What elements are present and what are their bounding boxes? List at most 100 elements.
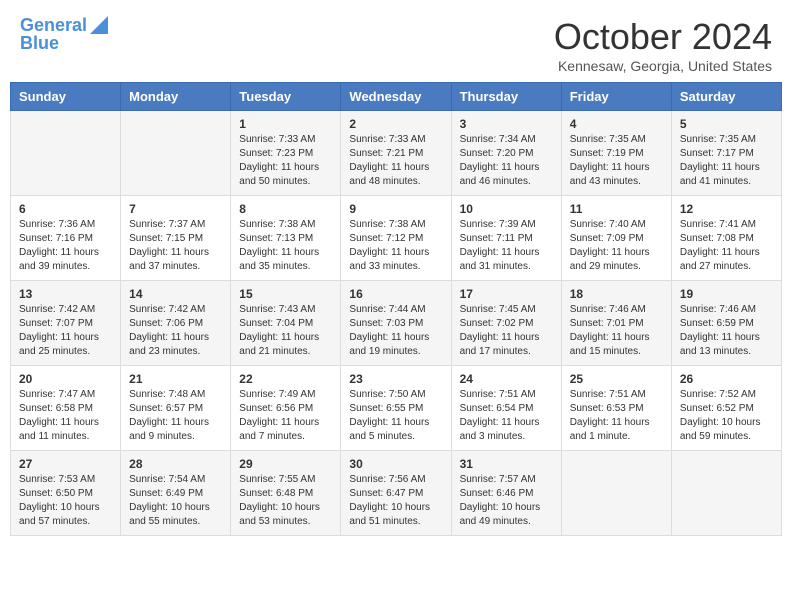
day-number: 22 — [239, 372, 332, 386]
calendar-cell: 25 Sunrise: 7:51 AM Sunset: 6:53 PM Dayli… — [561, 366, 671, 451]
day-info: Sunrise: 7:45 AM Sunset: 7:02 PM Dayligh… — [460, 303, 553, 359]
calendar-cell: 4 Sunrise: 7:35 AM Sunset: 7:19 PM Daylig… — [561, 111, 671, 196]
calendar-cell: 14 Sunrise: 7:42 AM Sunset: 7:06 PM Dayli… — [121, 281, 231, 366]
day-info: Sunrise: 7:35 AM Sunset: 7:19 PM Dayligh… — [570, 133, 663, 189]
day-number: 4 — [570, 117, 663, 131]
calendar-cell: 20 Sunrise: 7:47 AM Sunset: 6:58 PM Dayli… — [11, 366, 121, 451]
day-number: 7 — [129, 202, 222, 216]
calendar-cell: 16 Sunrise: 7:44 AM Sunset: 7:03 PM Dayli… — [341, 281, 451, 366]
calendar-cell: 18 Sunrise: 7:46 AM Sunset: 7:01 PM Dayli… — [561, 281, 671, 366]
day-number: 28 — [129, 457, 222, 471]
day-number: 23 — [349, 372, 442, 386]
day-info: Sunrise: 7:52 AM Sunset: 6:52 PM Dayligh… — [680, 388, 773, 444]
calendar-cell: 2 Sunrise: 7:33 AM Sunset: 7:21 PM Daylig… — [341, 111, 451, 196]
logo-blue-text: Blue — [20, 34, 108, 54]
day-info: Sunrise: 7:33 AM Sunset: 7:23 PM Dayligh… — [239, 133, 332, 189]
day-info: Sunrise: 7:41 AM Sunset: 7:08 PM Dayligh… — [680, 218, 773, 274]
calendar-cell: 22Sunrise: 7:49 AM Sunset: 6:56 PM Dayli… — [231, 366, 341, 451]
day-info: Sunrise: 7:38 AM Sunset: 7:13 PM Dayligh… — [239, 218, 332, 274]
calendar-cell: 12 Sunrise: 7:41 AM Sunset: 7:08 PM Dayli… — [671, 196, 781, 281]
day-info: Sunrise: 7:46 AM Sunset: 6:59 PM Dayligh… — [680, 303, 773, 359]
day-info: Sunrise: 7:46 AM Sunset: 7:01 PM Dayligh… — [570, 303, 663, 359]
calendar-cell: 19Sunrise: 7:46 AM Sunset: 6:59 PM Dayli… — [671, 281, 781, 366]
day-number: 31 — [460, 457, 553, 471]
day-number: 27 — [19, 457, 112, 471]
calendar-cell: 15Sunrise: 7:43 AM Sunset: 7:04 PM Dayli… — [231, 281, 341, 366]
day-info: Sunrise: 7:36 AM Sunset: 7:16 PM Dayligh… — [19, 218, 112, 274]
day-number: 21 — [129, 372, 222, 386]
day-info: Sunrise: 7:56 AM Sunset: 6:47 PM Dayligh… — [349, 473, 442, 529]
day-info: Sunrise: 7:50 AM Sunset: 6:55 PM Dayligh… — [349, 388, 442, 444]
day-header-wednesday: Wednesday — [341, 83, 451, 111]
day-info: Sunrise: 7:48 AM Sunset: 6:57 PM Dayligh… — [129, 388, 222, 444]
day-number: 24 — [460, 372, 553, 386]
calendar-cell: 28 Sunrise: 7:54 AM Sunset: 6:49 PM Dayli… — [121, 451, 231, 536]
day-number: 20 — [19, 372, 112, 386]
day-number: 18 — [570, 287, 663, 301]
day-info: Sunrise: 7:55 AM Sunset: 6:48 PM Dayligh… — [239, 473, 332, 529]
calendar-cell: 23 Sunrise: 7:50 AM Sunset: 6:55 PM Dayli… — [341, 366, 451, 451]
calendar-cell: 8Sunrise: 7:38 AM Sunset: 7:13 PM Daylig… — [231, 196, 341, 281]
calendar-cell — [121, 111, 231, 196]
calendar-body: 1 Sunrise: 7:33 AM Sunset: 7:23 PM Daylig… — [11, 111, 782, 536]
logo: General Blue — [20, 16, 108, 54]
calendar-cell — [671, 451, 781, 536]
week-row-2: 6 Sunrise: 7:36 AM Sunset: 7:16 PM Daylig… — [11, 196, 782, 281]
day-info: Sunrise: 7:42 AM Sunset: 7:06 PM Dayligh… — [129, 303, 222, 359]
day-info: Sunrise: 7:51 AM Sunset: 6:54 PM Dayligh… — [460, 388, 553, 444]
day-info: Sunrise: 7:42 AM Sunset: 7:07 PM Dayligh… — [19, 303, 112, 359]
day-info: Sunrise: 7:33 AM Sunset: 7:21 PM Dayligh… — [349, 133, 442, 189]
calendar-wrapper: SundayMondayTuesdayWednesdayThursdayFrid… — [0, 82, 792, 546]
day-number: 14 — [129, 287, 222, 301]
day-header-saturday: Saturday — [671, 83, 781, 111]
day-header-thursday: Thursday — [451, 83, 561, 111]
calendar-cell: 26 Sunrise: 7:52 AM Sunset: 6:52 PM Dayli… — [671, 366, 781, 451]
logo-triangle-icon — [90, 16, 108, 34]
day-number: 29 — [239, 457, 332, 471]
calendar-cell: 3Sunrise: 7:34 AM Sunset: 7:20 PM Daylig… — [451, 111, 561, 196]
calendar-cell — [561, 451, 671, 536]
day-number: 11 — [570, 202, 663, 216]
day-number: 1 — [239, 117, 332, 131]
day-number: 5 — [680, 117, 773, 131]
calendar-cell: 17 Sunrise: 7:45 AM Sunset: 7:02 PM Dayli… — [451, 281, 561, 366]
title-block: October 2024 Kennesaw, Georgia, United S… — [554, 16, 772, 74]
day-info: Sunrise: 7:51 AM Sunset: 6:53 PM Dayligh… — [570, 388, 663, 444]
calendar-cell: 29 Sunrise: 7:55 AM Sunset: 6:48 PM Dayli… — [231, 451, 341, 536]
day-number: 17 — [460, 287, 553, 301]
calendar-cell: 6 Sunrise: 7:36 AM Sunset: 7:16 PM Daylig… — [11, 196, 121, 281]
day-number: 6 — [19, 202, 112, 216]
day-info: Sunrise: 7:54 AM Sunset: 6:49 PM Dayligh… — [129, 473, 222, 529]
calendar-cell: 11 Sunrise: 7:40 AM Sunset: 7:09 PM Dayli… — [561, 196, 671, 281]
week-row-4: 20 Sunrise: 7:47 AM Sunset: 6:58 PM Dayli… — [11, 366, 782, 451]
day-number: 26 — [680, 372, 773, 386]
day-info: Sunrise: 7:43 AM Sunset: 7:04 PM Dayligh… — [239, 303, 332, 359]
day-header-friday: Friday — [561, 83, 671, 111]
day-header-monday: Monday — [121, 83, 231, 111]
day-info: Sunrise: 7:38 AM Sunset: 7:12 PM Dayligh… — [349, 218, 442, 274]
day-number: 9 — [349, 202, 442, 216]
day-number: 12 — [680, 202, 773, 216]
calendar-table: SundayMondayTuesdayWednesdayThursdayFrid… — [10, 82, 782, 536]
day-info: Sunrise: 7:37 AM Sunset: 7:15 PM Dayligh… — [129, 218, 222, 274]
day-info: Sunrise: 7:40 AM Sunset: 7:09 PM Dayligh… — [570, 218, 663, 274]
day-info: Sunrise: 7:47 AM Sunset: 6:58 PM Dayligh… — [19, 388, 112, 444]
calendar-header: SundayMondayTuesdayWednesdayThursdayFrid… — [11, 83, 782, 111]
week-row-5: 27Sunrise: 7:53 AM Sunset: 6:50 PM Dayli… — [11, 451, 782, 536]
calendar-cell: 27Sunrise: 7:53 AM Sunset: 6:50 PM Dayli… — [11, 451, 121, 536]
day-number: 30 — [349, 457, 442, 471]
day-number: 2 — [349, 117, 442, 131]
day-number: 16 — [349, 287, 442, 301]
day-info: Sunrise: 7:35 AM Sunset: 7:17 PM Dayligh… — [680, 133, 773, 189]
day-info: Sunrise: 7:44 AM Sunset: 7:03 PM Dayligh… — [349, 303, 442, 359]
day-number: 25 — [570, 372, 663, 386]
calendar-cell: 31 Sunrise: 7:57 AM Sunset: 6:46 PM Dayli… — [451, 451, 561, 536]
calendar-cell: 30 Sunrise: 7:56 AM Sunset: 6:47 PM Dayli… — [341, 451, 451, 536]
week-row-3: 13Sunrise: 7:42 AM Sunset: 7:07 PM Dayli… — [11, 281, 782, 366]
day-info: Sunrise: 7:57 AM Sunset: 6:46 PM Dayligh… — [460, 473, 553, 529]
header-row: SundayMondayTuesdayWednesdayThursdayFrid… — [11, 83, 782, 111]
week-row-1: 1 Sunrise: 7:33 AM Sunset: 7:23 PM Daylig… — [11, 111, 782, 196]
day-info: Sunrise: 7:34 AM Sunset: 7:20 PM Dayligh… — [460, 133, 553, 189]
day-header-tuesday: Tuesday — [231, 83, 341, 111]
calendar-cell: 24 Sunrise: 7:51 AM Sunset: 6:54 PM Dayli… — [451, 366, 561, 451]
